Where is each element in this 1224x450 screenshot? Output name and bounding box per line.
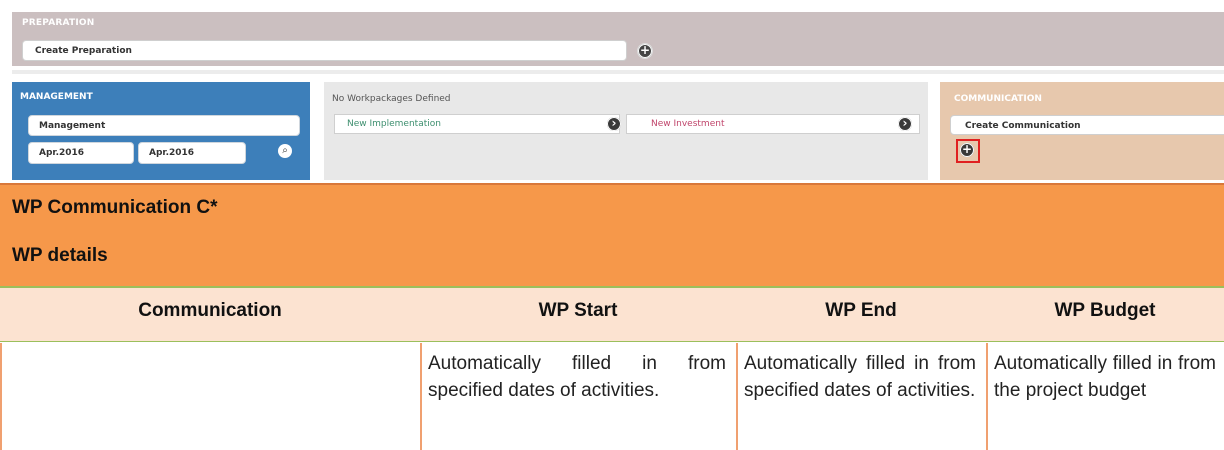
management-start-date-input[interactable]: Apr.2016 [28,142,134,164]
management-end-date-input[interactable]: Apr.2016 [138,142,246,164]
communication-title: COMMUNICATION [954,94,1042,104]
workpackages-panel: No Workpackages Defined New Implementati… [324,82,928,180]
table-border [0,343,2,450]
preparation-add-icon[interactable]: + [637,43,653,59]
search-icon[interactable]: ⌕ [278,144,292,158]
management-title: MANAGEMENT [20,92,93,102]
new-implementation-input[interactable]: New Implementation [334,114,620,134]
table-header-row: Communication WP Start WP End WP Budget [0,286,1224,341]
table-cell-wp-budget: Automatically filled in from the project… [994,353,1216,401]
preparation-title: PREPARATION [22,18,95,28]
wp-subheading: WP details [12,245,108,266]
column-header-communication: Communication [138,300,282,321]
divider [12,70,1224,74]
management-name-input[interactable]: Management [28,115,300,136]
column-header-wp-end: WP End [825,300,897,321]
communication-input[interactable]: Create Communication [950,115,1224,135]
communication-panel: COMMUNICATION Create Communication + [940,82,1224,180]
preparation-input[interactable]: Create Preparation [22,40,627,61]
management-panel: MANAGEMENT Management Apr.2016 Apr.2016 … [12,82,310,180]
table-cell-wp-start: Automatically filled in from specified d… [428,353,726,401]
wp-heading-band: WP Communication C* WP details [0,183,1224,286]
preparation-panel: PREPARATION Create Preparation + [12,12,1224,66]
wp-heading: WP Communication C* [12,197,218,218]
table-border [986,343,988,450]
top-strip [0,0,1224,10]
table-border [420,343,422,450]
implementation-add-icon[interactable]: › [607,117,621,131]
column-header-wp-start: WP Start [538,300,618,321]
no-workpackages-text: No Workpackages Defined [332,94,451,104]
table-border [736,343,738,450]
table-cell-wp-end: Automatically filled in from specified d… [744,353,976,401]
investment-add-icon[interactable]: › [898,117,912,131]
column-header-wp-budget: WP Budget [1054,300,1156,321]
communication-add-icon[interactable]: + [960,143,974,157]
new-investment-input[interactable]: New Investment [626,114,920,134]
